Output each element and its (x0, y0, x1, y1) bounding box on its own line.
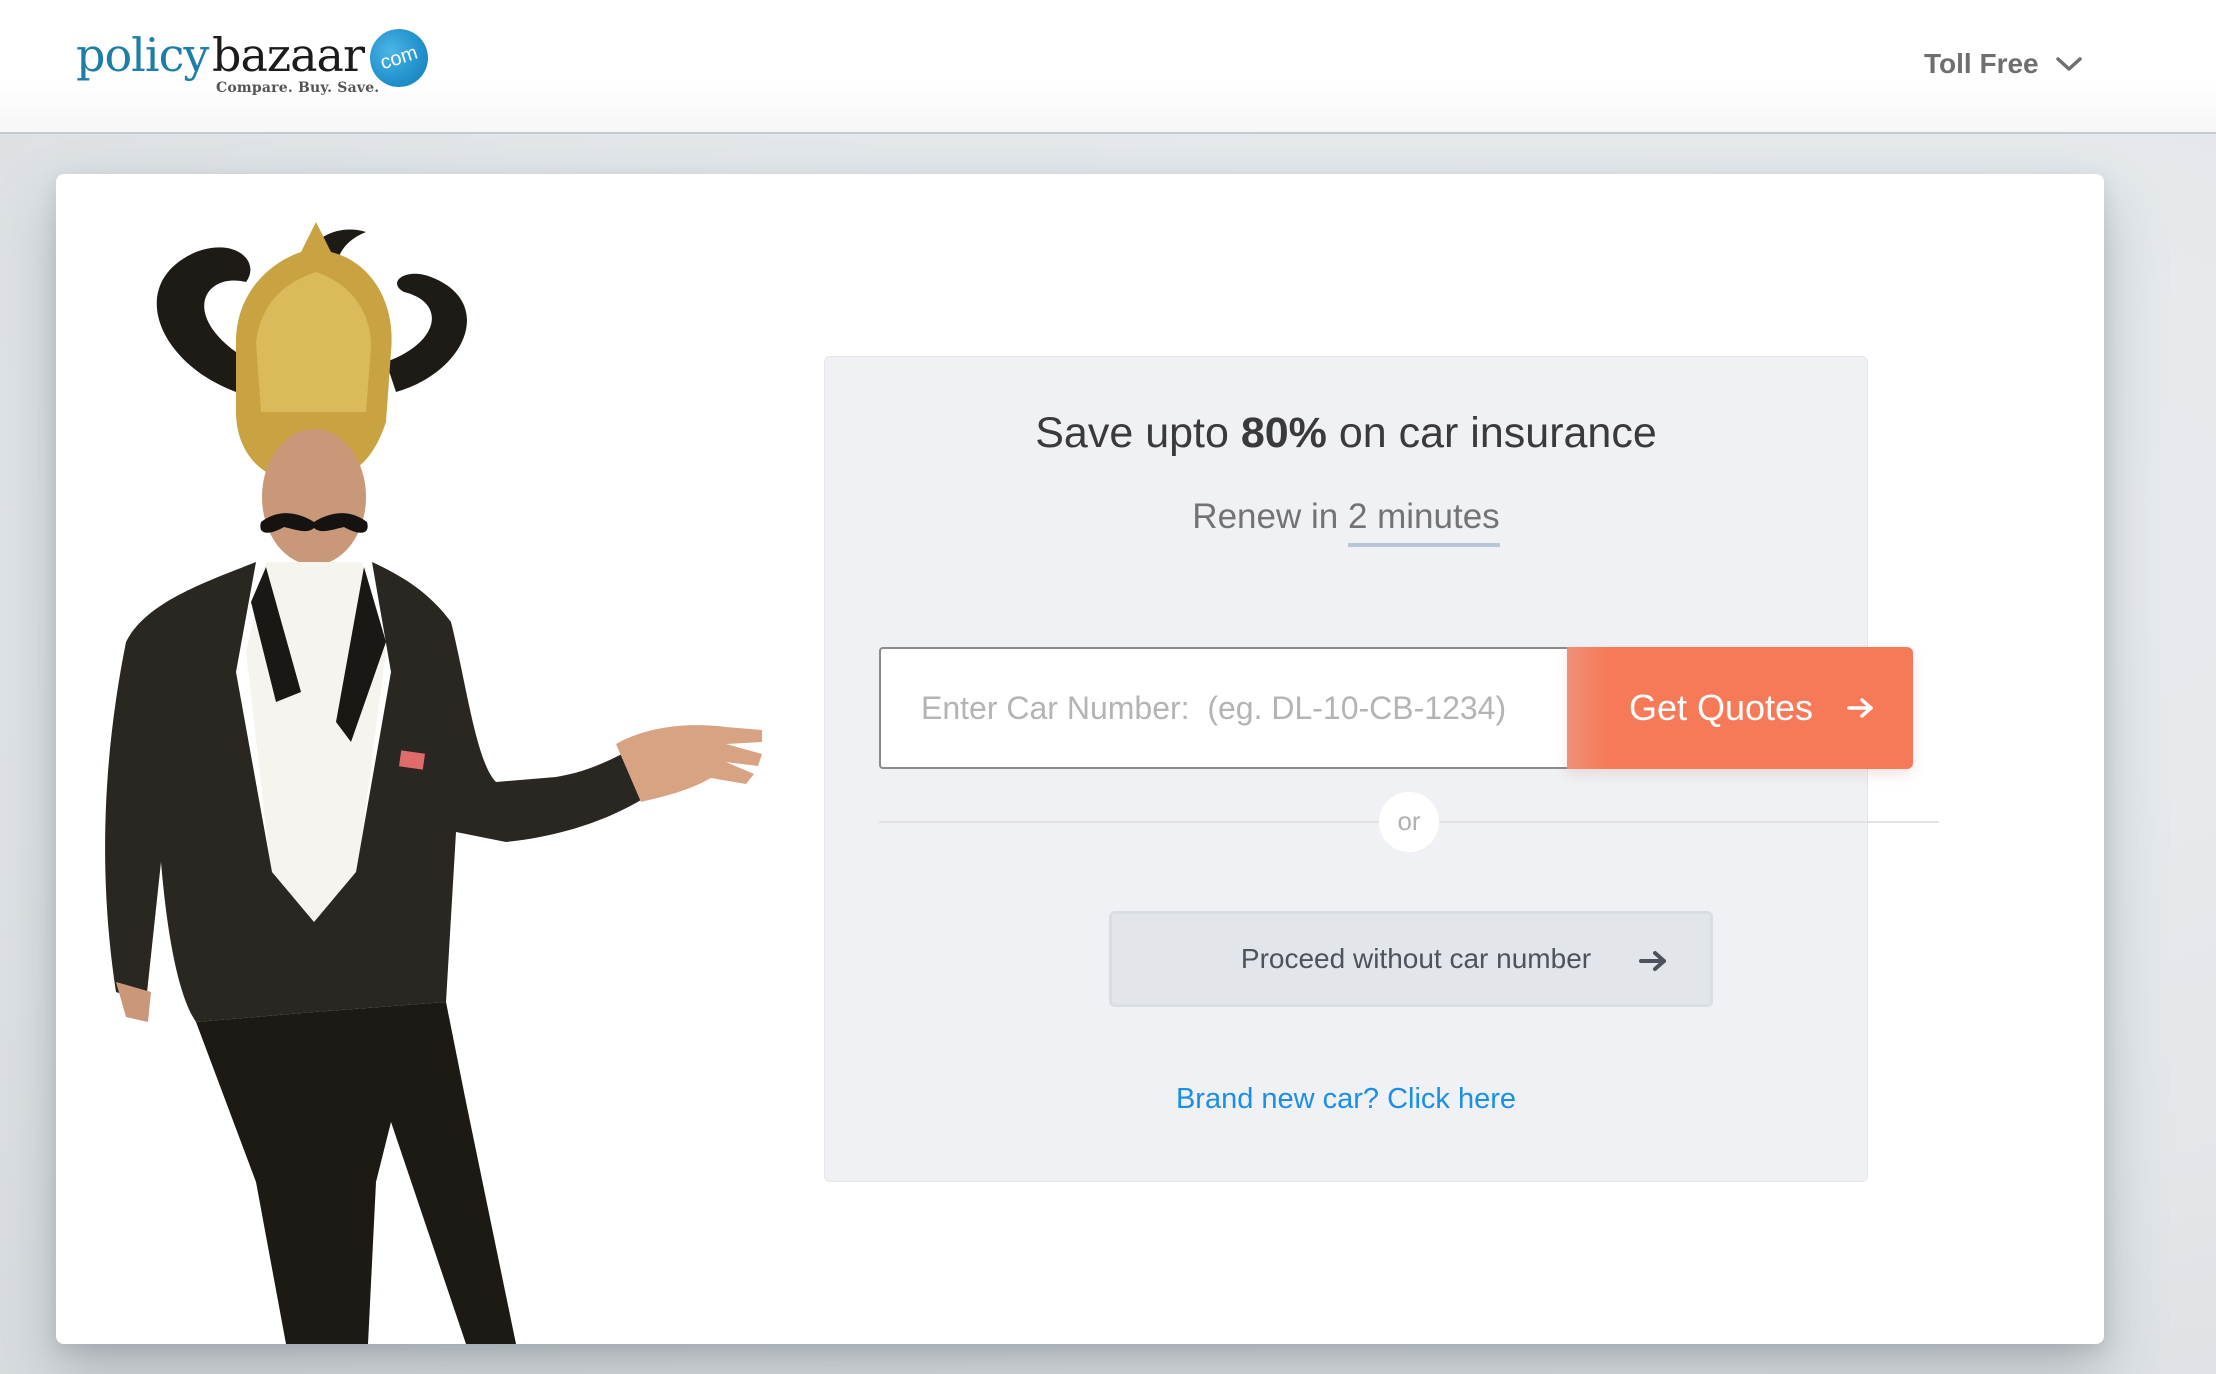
subline-prefix: Renew in (1192, 497, 1348, 536)
logo-word-bazaar: bazaar (212, 28, 365, 82)
or-separator: or (1379, 792, 1439, 852)
pocket-badge (399, 750, 425, 770)
car-number-input[interactable] (879, 647, 1567, 769)
proceed-without-car-number-button[interactable]: Proceed without car number (1109, 911, 1713, 1007)
proceed-label: Proceed without car number (1240, 943, 1592, 974)
toll-free-label: Toll Free (1924, 48, 2039, 79)
ambassador-image (105, 222, 762, 1344)
headline-discount: 80% (1240, 409, 1327, 457)
headline: Save upto 80% on car insurance (825, 409, 1867, 458)
site-header: policy bazaar com Compare. Buy. Save. To… (0, 0, 2216, 134)
main-card: Save upto 80% on car insurance Renew in … (56, 174, 2104, 1344)
logo-tagline: Compare. Buy. Save. (216, 80, 380, 96)
toll-free-dropdown[interactable]: Toll Free (1924, 44, 2083, 84)
arrow-right-icon (1847, 698, 1873, 718)
car-number-form: Get Quotes (879, 647, 1913, 769)
face (262, 429, 366, 565)
chevron-down-icon (2055, 57, 2082, 71)
subline: Renew in 2 minutes (825, 497, 1867, 547)
horn-right (386, 273, 467, 392)
headline-suffix: on car insurance (1326, 409, 1657, 457)
get-quotes-button[interactable]: Get Quotes (1567, 647, 1913, 769)
hand (616, 725, 762, 802)
get-quotes-label: Get Quotes (1628, 687, 1814, 728)
policybazaar-logo[interactable]: policy bazaar com Compare. Buy. Save. (76, 21, 436, 106)
brand-new-car-link[interactable]: Brand new car? Click here (825, 1083, 1867, 1116)
logo-word-policy: policy (76, 28, 209, 82)
headline-prefix: Save upto (1035, 409, 1241, 457)
quote-panel: Save upto 80% on car insurance Renew in … (824, 356, 1939, 1182)
arrow-right-icon (1639, 951, 1666, 971)
subline-highlight: 2 minutes (1347, 497, 1500, 547)
trousers (196, 1002, 516, 1344)
